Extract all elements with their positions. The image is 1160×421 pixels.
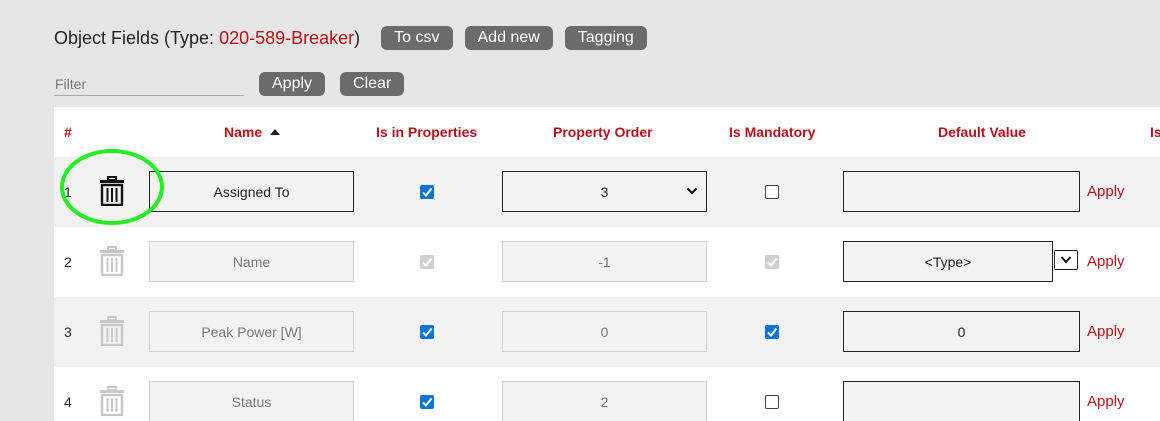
trash-icon[interactable] xyxy=(99,386,125,416)
col-header-name-label: Name xyxy=(224,124,263,140)
col-header-overflow: Is xyxy=(1150,124,1160,140)
property-order-select[interactable]: 3 xyxy=(502,171,707,212)
col-header-property-order: Property Order xyxy=(553,124,653,140)
row-number: 2 xyxy=(64,254,72,270)
row-apply-link[interactable]: Apply xyxy=(1087,157,1125,227)
checkmark-icon xyxy=(767,327,778,338)
is-mandatory-checkbox[interactable] xyxy=(765,395,779,409)
property-order-value: 3 xyxy=(600,183,609,200)
filter-clear-button[interactable]: Clear xyxy=(340,72,405,96)
default-value-input[interactable] xyxy=(843,381,1080,421)
col-header-name[interactable]: Name xyxy=(224,124,281,140)
fields-table: # Name Is in Properties Property Order I… xyxy=(54,107,1160,421)
to-csv-button[interactable]: To csv xyxy=(381,26,453,50)
chevron-down-icon xyxy=(1060,256,1072,264)
name-input[interactable]: Assigned To xyxy=(149,171,354,212)
row-apply-link[interactable]: Apply xyxy=(1087,297,1125,367)
is-in-properties-checkbox[interactable] xyxy=(420,185,434,199)
default-value-input[interactable] xyxy=(843,171,1080,212)
col-header-default-value: Default Value xyxy=(938,124,1026,140)
is-in-properties-checkbox[interactable] xyxy=(420,325,434,339)
is-mandatory-checkbox[interactable] xyxy=(765,255,779,269)
page-title: Object Fields (Type: 020-589-Breaker) xyxy=(54,28,360,49)
checkmark-icon xyxy=(767,257,778,268)
col-header-is-in-properties: Is in Properties xyxy=(376,124,478,140)
col-header-num: # xyxy=(64,124,72,140)
name-input[interactable]: Name xyxy=(149,241,354,282)
row-number: 4 xyxy=(64,394,72,410)
sort-ascending-icon xyxy=(270,129,281,135)
property-order-input[interactable]: -1 xyxy=(502,241,707,282)
col-header-is-mandatory: Is Mandatory xyxy=(729,124,816,140)
row-apply-link[interactable]: Apply xyxy=(1087,367,1125,421)
default-value-input[interactable]: 0 xyxy=(843,311,1080,352)
table-row: 2 Name -1 <Type> Apply xyxy=(54,227,1160,297)
trash-icon[interactable] xyxy=(99,246,125,276)
object-type-value: 020-589-Breaker xyxy=(219,27,355,48)
checkmark-icon xyxy=(422,327,433,338)
row-number: 1 xyxy=(64,184,72,200)
row-apply-link[interactable]: Apply xyxy=(1087,227,1125,297)
table-row: 3 Peak Power [W] 0 0 Apply xyxy=(54,297,1160,367)
property-order-input[interactable]: 2 xyxy=(502,381,707,421)
chevron-down-icon xyxy=(686,187,698,195)
title-suffix: ) xyxy=(354,27,361,48)
table-row: 4 Status 2 Apply xyxy=(54,367,1160,421)
trash-icon[interactable] xyxy=(99,316,125,346)
default-value-input[interactable]: <Type> xyxy=(843,241,1053,282)
filter-bar: Apply Clear xyxy=(54,72,405,96)
checkmark-icon xyxy=(422,397,433,408)
trash-icon[interactable] xyxy=(99,176,125,206)
checkmark-icon xyxy=(422,187,433,198)
add-new-button[interactable]: Add new xyxy=(464,26,553,50)
row-number: 3 xyxy=(64,324,72,340)
default-value-dropdown[interactable] xyxy=(1054,250,1078,270)
property-order-input[interactable]: 0 xyxy=(502,311,707,352)
page-header: Object Fields (Type: 020-589-Breaker) To… xyxy=(54,26,647,50)
filter-input[interactable] xyxy=(54,72,244,96)
is-in-properties-checkbox[interactable] xyxy=(420,395,434,409)
checkmark-icon xyxy=(422,257,433,268)
is-in-properties-checkbox[interactable] xyxy=(420,255,434,269)
name-input[interactable]: Peak Power [W] xyxy=(149,311,354,352)
title-prefix: Object Fields (Type: xyxy=(54,27,220,48)
name-input[interactable]: Status xyxy=(149,381,354,421)
tagging-button[interactable]: Tagging xyxy=(564,26,647,50)
is-mandatory-checkbox[interactable] xyxy=(765,185,779,199)
filter-apply-button[interactable]: Apply xyxy=(259,72,326,96)
table-row: 1 Assigned To 3 Apply xyxy=(54,157,1160,227)
is-mandatory-checkbox[interactable] xyxy=(765,325,779,339)
